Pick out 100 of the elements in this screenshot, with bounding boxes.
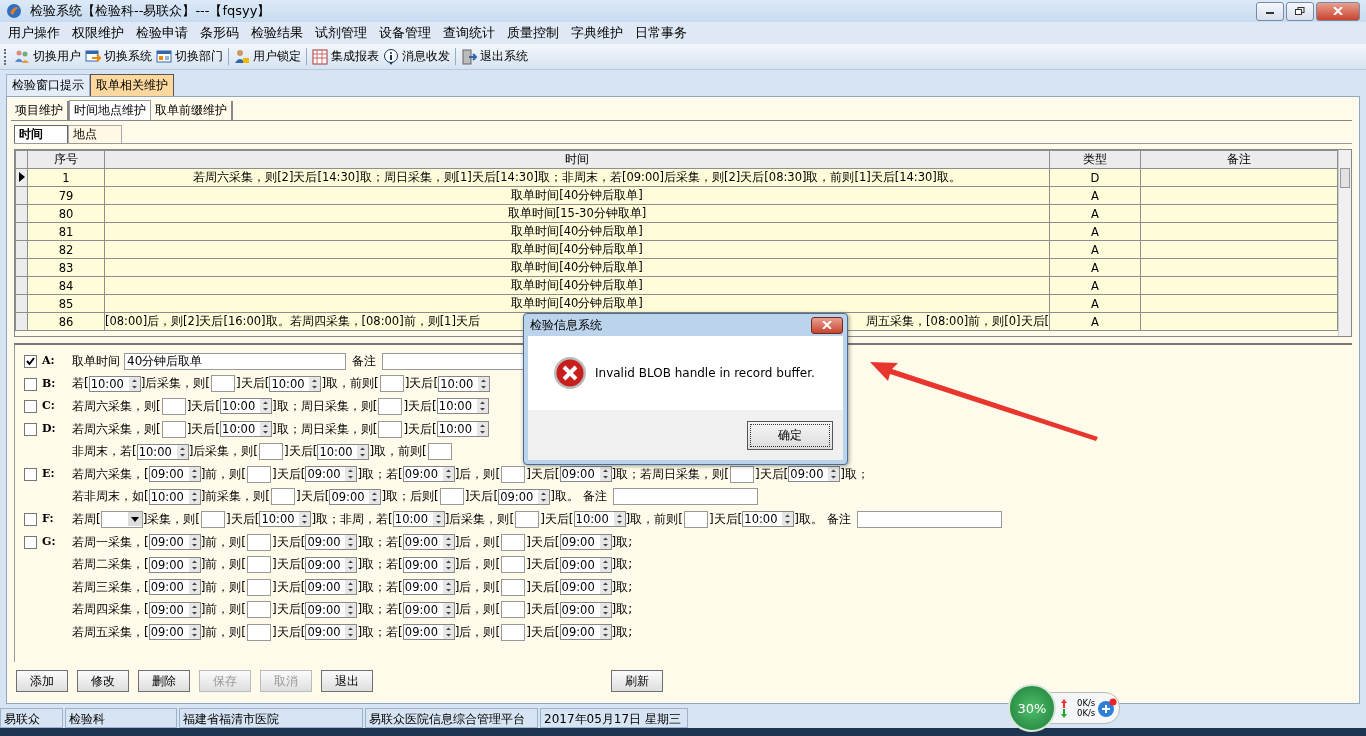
menu-item[interactable]: 查询统计 [437, 24, 501, 42]
time-spinner[interactable]: 09:00 [329, 488, 382, 505]
input-field[interactable] [856, 510, 1002, 528]
checkbox[interactable] [24, 377, 37, 391]
time-spinner[interactable]: 10:00 [220, 421, 273, 438]
time-spinner[interactable]: 10:00 [136, 443, 189, 460]
input-field[interactable] [247, 556, 272, 574]
time-spinner[interactable]: 10:00 [436, 421, 489, 438]
time-spinner[interactable]: 09:00 [788, 466, 841, 483]
time-spinner[interactable]: 09:00 [498, 488, 551, 505]
input-field[interactable] [378, 420, 403, 438]
tab[interactable]: 时间地点维护 [69, 100, 151, 120]
time-spinner[interactable]: 10:00 [438, 375, 491, 392]
ok-button[interactable]: 确定 [747, 420, 833, 450]
time-spinner[interactable]: 10:00 [317, 443, 370, 460]
time-spinner[interactable]: 10:00 [573, 511, 626, 528]
input-field[interactable] [501, 578, 526, 596]
toolbar-button[interactable]: 退出系统 [459, 48, 530, 65]
input-field[interactable] [612, 488, 758, 506]
time-spinner[interactable]: 09:00 [305, 579, 358, 596]
input-field[interactable] [247, 578, 272, 596]
time-spinner[interactable]: 09:00 [559, 601, 612, 618]
time-spinner[interactable]: 10:00 [259, 511, 312, 528]
input-field[interactable] [501, 465, 526, 483]
menu-item[interactable]: 条形码 [194, 24, 245, 42]
time-spinner[interactable]: 09:00 [305, 556, 358, 573]
input-field[interactable] [378, 398, 403, 415]
input-field[interactable] [683, 510, 708, 528]
checkbox[interactable] [24, 355, 37, 368]
input-field[interactable] [247, 465, 272, 483]
input-field[interactable] [501, 556, 526, 574]
input-field[interactable] [501, 533, 526, 551]
input-field[interactable] [515, 510, 540, 528]
toolbar-button[interactable]: 用户锁定 [232, 48, 303, 65]
close-button[interactable] [811, 316, 843, 334]
time-spinner[interactable]: 09:00 [305, 466, 358, 483]
menu-item[interactable]: 权限维护 [66, 24, 130, 42]
tab[interactable]: 检验窗口提示 [6, 74, 90, 96]
maximize-button[interactable] [1286, 1, 1314, 21]
time-spinner[interactable]: 10:00 [392, 511, 445, 528]
menu-item[interactable]: 检验结果 [245, 24, 309, 42]
time-spinner[interactable]: 09:00 [559, 579, 612, 596]
checkbox[interactable] [24, 400, 37, 414]
action-button[interactable]: 退出 [321, 670, 373, 692]
input-field[interactable] [271, 488, 296, 506]
menu-item[interactable]: 日常事务 [629, 24, 693, 42]
toolbar-button[interactable]: 切换用户 [12, 48, 83, 65]
minimize-button[interactable] [1256, 1, 1284, 21]
time-spinner[interactable]: 09:00 [559, 556, 612, 573]
time-spinner[interactable]: 09:00 [402, 556, 455, 573]
checkbox[interactable] [24, 467, 37, 481]
input-field[interactable] [501, 623, 526, 641]
input-field[interactable]: 40分钟后取单 [124, 352, 346, 370]
time-spinner[interactable]: 10:00 [88, 375, 141, 392]
input-field[interactable] [247, 533, 272, 551]
input-field[interactable] [379, 375, 404, 393]
toolbar-button[interactable]: 切换系统 [83, 48, 154, 65]
time-spinner[interactable]: 09:00 [402, 624, 455, 641]
time-spinner[interactable]: 09:00 [402, 601, 455, 618]
dropdown[interactable] [100, 510, 143, 528]
input-field[interactable] [201, 510, 226, 528]
input-field[interactable] [247, 623, 272, 641]
time-spinner[interactable]: 09:00 [559, 466, 612, 483]
tab[interactable]: 取单相关维护 [90, 74, 174, 96]
menu-item[interactable]: 用户操作 [2, 24, 66, 42]
time-spinner[interactable]: 10:00 [269, 375, 322, 392]
tab[interactable]: 地点 [68, 125, 122, 143]
toolbar-button[interactable]: 消息收发 [381, 48, 452, 65]
time-spinner[interactable]: 10:00 [148, 488, 201, 505]
time-spinner[interactable]: 10:00 [742, 511, 795, 528]
menu-item[interactable]: 设备管理 [373, 24, 437, 42]
time-spinner[interactable]: 10:00 [436, 398, 489, 415]
time-spinner[interactable]: 09:00 [559, 624, 612, 641]
scrollbar[interactable] [1338, 150, 1351, 336]
toolbar-button[interactable]: 集成报表 [310, 48, 381, 65]
input-field[interactable] [247, 601, 272, 619]
time-spinner[interactable]: 09:00 [148, 556, 201, 573]
menu-item[interactable]: 检验申请 [130, 24, 194, 42]
time-spinner[interactable]: 09:00 [305, 624, 358, 641]
action-button[interactable]: 删除 [138, 670, 190, 692]
tab[interactable]: 时间 [14, 125, 68, 143]
time-spinner[interactable]: 09:00 [402, 466, 455, 483]
input-field[interactable] [161, 398, 186, 415]
input-field[interactable] [439, 488, 464, 506]
menu-item[interactable]: 质量控制 [501, 24, 565, 42]
time-spinner[interactable]: 09:00 [305, 601, 358, 618]
menu-item[interactable]: 字典维护 [565, 24, 629, 42]
time-spinner[interactable]: 09:00 [402, 534, 455, 551]
input-field[interactable] [729, 465, 754, 483]
time-spinner[interactable]: 09:00 [305, 534, 358, 551]
time-spinner[interactable]: 09:00 [148, 534, 201, 551]
time-spinner[interactable]: 09:00 [148, 601, 201, 618]
toolbar-button[interactable]: 切换部门 [154, 48, 225, 65]
time-spinner[interactable]: 09:00 [148, 579, 201, 596]
input-field[interactable] [427, 443, 452, 461]
time-spinner[interactable]: 09:00 [148, 624, 201, 641]
time-spinner[interactable]: 09:00 [402, 579, 455, 596]
input-field[interactable] [161, 420, 186, 438]
checkbox[interactable] [24, 535, 37, 549]
action-button[interactable]: 刷新 [611, 670, 663, 692]
